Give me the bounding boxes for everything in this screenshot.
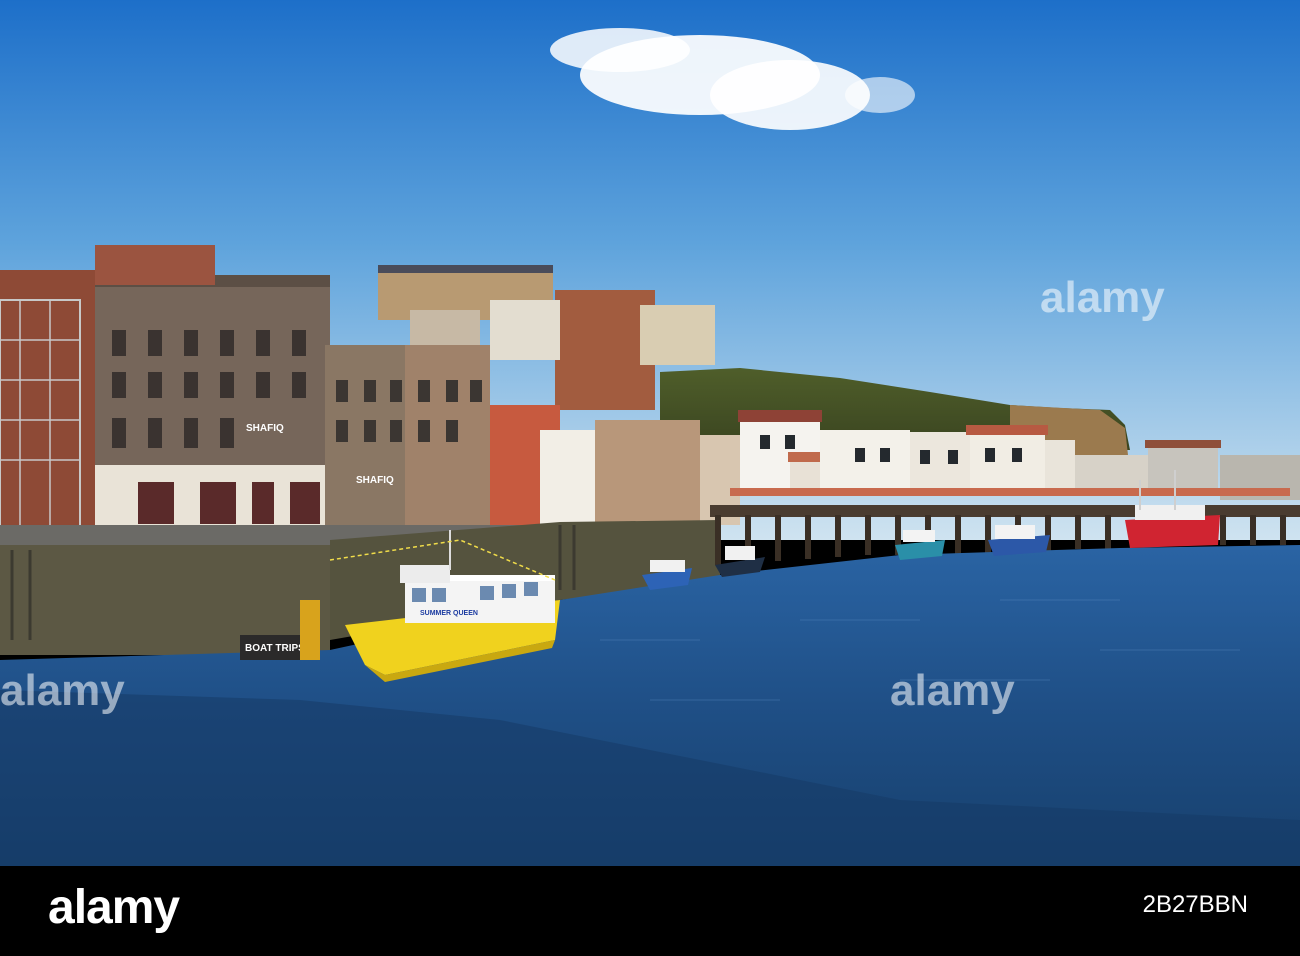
middle-building: SHAFIQ	[325, 345, 490, 525]
kiosk-sign: BOAT TRIPS	[245, 643, 305, 654]
photo-frame: SHAFIQ SHAFIQ BOAT TRIPS SUMMER QUEEN al…	[0, 0, 1300, 956]
boat-name: SUMMER QUEEN	[420, 610, 478, 617]
harbour-photo: SHAFIQ SHAFIQ BOAT TRIPS SUMMER QUEEN al…	[0, 0, 1300, 866]
shop-sign: SHAFIQ	[246, 423, 284, 434]
brand-logo: alamy	[48, 881, 180, 934]
stone-building: SHAFIQ	[95, 275, 330, 527]
shop-sign-lower: SHAFIQ	[356, 475, 394, 486]
image-id: 2B27BBN	[1142, 891, 1248, 918]
watermark-left: alamy	[0, 666, 125, 715]
footer-bar	[0, 866, 1300, 956]
watermark-top-right: alamy	[1040, 273, 1165, 322]
watermark-center: alamy	[890, 666, 1015, 715]
